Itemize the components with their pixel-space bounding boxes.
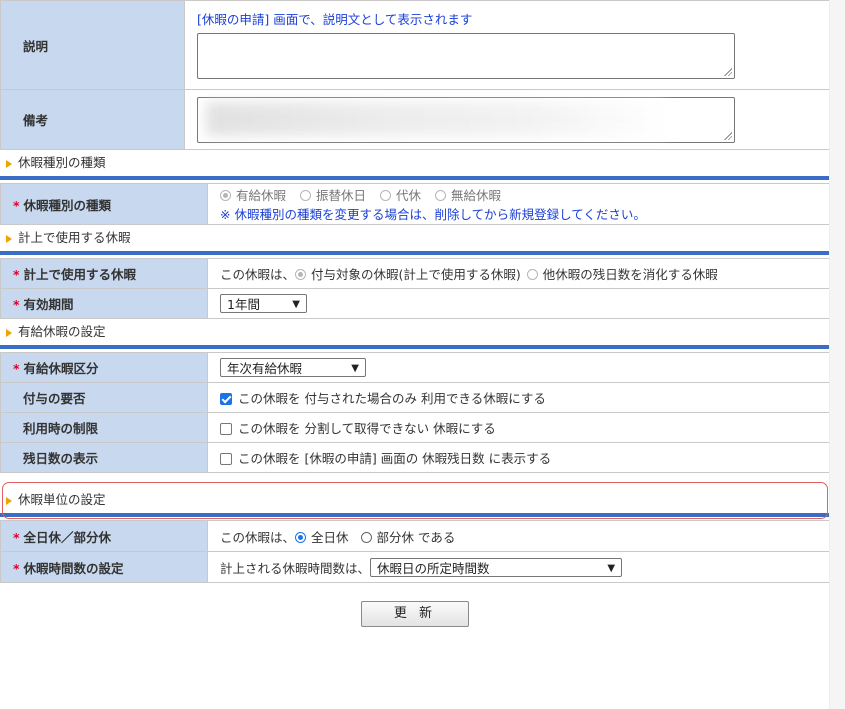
valid-period-label: 有効期間 — [23, 297, 74, 312]
radio-unpaid-leave[interactable]: 無給休暇 — [435, 188, 501, 203]
hours-setting-select[interactable]: 休暇日の所定時間数 ▼ — [370, 557, 623, 577]
resize-grip-icon[interactable] — [724, 68, 732, 76]
usage-table: * 計上で使用する休暇 この休暇は、 付与対象の休暇(計上で使用する休暇) 他休暇の… — [0, 258, 831, 319]
section-divider — [0, 345, 830, 349]
remarks-label: 備考 — [0, 89, 185, 150]
section-leave-unit: 休暇単位の設定 — [0, 487, 830, 513]
chevron-down-icon: ▼ — [292, 299, 300, 310]
chevron-down-icon: ▼ — [607, 562, 616, 574]
radio-icon — [435, 190, 446, 201]
description-hint: [休暇の申請] 画面で、説明文として表示されます — [197, 12, 473, 27]
chevron-down-icon: ▼ — [351, 363, 359, 374]
section-arrow-icon — [6, 496, 12, 505]
basic-info-table: 説明 [休暇の申請] 画面で、説明文として表示されます 備考 — [0, 0, 831, 150]
section-arrow-icon — [6, 328, 12, 337]
remaining-display-label: 残日数の表示 — [0, 442, 208, 473]
radio-full-day[interactable] — [295, 531, 307, 543]
day-unit-label: 全日休／部分休 — [23, 529, 112, 545]
description-label: 説明 — [0, 0, 185, 90]
paid-category-label: 有給休暇区分 — [23, 361, 99, 376]
usage-limit-checkbox[interactable] — [220, 423, 232, 435]
leave-type-table: * 休暇種別の種類 有給休暇 振替休日 代休 無給休暇 ※ 休暇種別の種類を変更す… — [0, 183, 831, 225]
scrollbar[interactable] — [829, 0, 845, 709]
paid-leave-table: * 有給休暇区分 年次有給休暇 ▼ 付与の要否 この休暇を 付与された場合のみ 利用… — [0, 352, 831, 473]
usage-limit-label: 利用時の制限 — [0, 412, 208, 443]
section-usage-leave: 計上で使用する休暇 — [0, 225, 830, 251]
resize-grip-icon[interactable] — [724, 131, 732, 140]
radio-compensatory-leave[interactable]: 代休 — [380, 188, 421, 203]
section-divider — [0, 176, 830, 180]
section-leave-type: 休暇種別の種類 — [0, 150, 830, 176]
leave-unit-table: * 全日休／部分休 この休暇は、 全日休 部分休 である * 休暇時間数の設定 計上さ… — [0, 520, 831, 583]
remarks-textarea[interactable] — [197, 96, 735, 143]
radio-icon — [300, 190, 311, 201]
leave-settings-page: 説明 [休暇の申請] 画面で、説明文として表示されます 備考 休暇種別の種類 *… — [0, 0, 831, 627]
radio-substitute-holiday[interactable]: 振替休日 — [300, 188, 366, 203]
remaining-display-text: この休暇を [休暇の申請] 画面の 休暇残日数 に表示する — [238, 451, 552, 466]
grant-required-checkbox[interactable] — [220, 393, 232, 405]
grant-required-label: 付与の要否 — [0, 382, 208, 413]
leave-type-label: 休暇種別の種類 — [23, 197, 112, 213]
radio-icon — [380, 190, 391, 201]
remaining-display-checkbox[interactable] — [220, 453, 232, 465]
hours-setting-label: 休暇時間数の設定 — [23, 560, 124, 576]
required-mark: * — [13, 197, 20, 213]
leave-type-note: ※ 休暇種別の種類を変更する場合は、削除してから新規登録してください。 — [220, 207, 646, 222]
radio-icon — [220, 190, 231, 201]
redacted-content — [206, 101, 666, 136]
radio-consume-other[interactable] — [526, 269, 538, 280]
section-divider — [0, 251, 830, 255]
valid-period-select[interactable]: 1年間 ▼ — [220, 294, 307, 313]
usage-limit-text: この休暇を 分割して取得できない 休暇にする — [238, 421, 496, 436]
radio-partial-day[interactable] — [360, 531, 372, 543]
description-textarea[interactable] — [197, 33, 735, 79]
grant-required-text: この休暇を 付与された場合のみ 利用できる休暇にする — [238, 391, 546, 406]
section-arrow-icon — [6, 159, 12, 168]
usage-leave-label: 計上で使用する休暇 — [23, 267, 137, 282]
section-arrow-icon — [6, 234, 12, 243]
section-paid-leave: 有給休暇の設定 — [0, 319, 830, 345]
radio-grant-target[interactable] — [295, 269, 307, 280]
paid-category-select[interactable]: 年次有給休暇 ▼ — [220, 358, 366, 377]
section-divider — [0, 513, 830, 517]
update-button[interactable]: 更 新 — [361, 601, 469, 627]
radio-paid-leave[interactable]: 有給休暇 — [220, 188, 286, 203]
